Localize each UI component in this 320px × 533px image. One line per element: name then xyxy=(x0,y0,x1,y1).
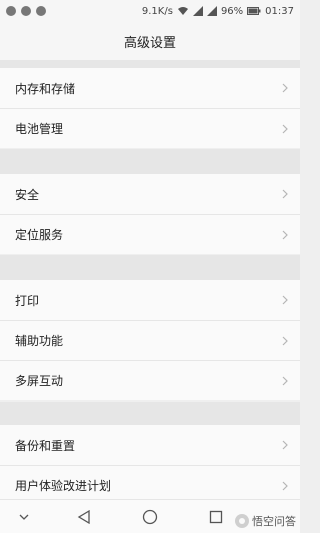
setting-item-backup-reset[interactable]: 备份和重置 xyxy=(0,425,300,465)
chevron-right-icon xyxy=(282,230,288,239)
setting-item-label: 备份和重置 xyxy=(15,438,76,453)
setting-item-label: 内存和存储 xyxy=(15,81,76,96)
home-icon[interactable] xyxy=(142,509,158,525)
wifi-icon xyxy=(177,7,188,15)
network-speed: 9.1K/s xyxy=(141,5,173,17)
battery-percent: 96% xyxy=(220,5,244,17)
battery-icon xyxy=(247,7,261,15)
recent-apps-icon[interactable] xyxy=(209,510,223,523)
back-icon[interactable] xyxy=(77,509,91,524)
watermark: 悟空问答 xyxy=(235,513,296,529)
chevron-down-icon[interactable] xyxy=(19,514,29,520)
notification-icon xyxy=(6,6,16,16)
setting-item-security[interactable]: 安全 xyxy=(0,174,300,214)
clock: 01:37 xyxy=(265,5,294,17)
setting-item-battery-management[interactable]: 电池管理 xyxy=(0,108,300,148)
chevron-right-icon xyxy=(282,440,288,450)
setting-item-memory-storage[interactable]: 内存和存储 xyxy=(0,68,300,108)
chevron-right-icon xyxy=(282,336,288,345)
signal-icon xyxy=(206,6,217,16)
settings-group: 备份和重置 用户体验改进计划 xyxy=(0,425,300,505)
page-title: 高级设置 xyxy=(123,35,176,51)
chevron-right-icon xyxy=(282,83,288,93)
chevron-right-icon xyxy=(282,189,288,199)
chevron-right-icon xyxy=(282,481,288,490)
settings-group: 内存和存储 电池管理 xyxy=(0,68,300,148)
setting-item-accessibility[interactable]: 辅助功能 xyxy=(0,320,300,360)
section-divider xyxy=(0,149,300,174)
navigation-bar: 悟空问答 xyxy=(0,499,300,533)
notification-icon xyxy=(36,6,46,16)
chevron-right-icon xyxy=(282,124,288,133)
setting-item-multi-screen[interactable]: 多屏互动 xyxy=(0,360,300,400)
notification-icon xyxy=(21,6,31,16)
title-bar: 高级设置 xyxy=(0,22,300,60)
section-divider xyxy=(0,255,300,280)
settings-group: 安全 定位服务 xyxy=(0,174,300,254)
settings-group: 打印 辅助功能 多屏互动 xyxy=(0,280,300,400)
section-divider xyxy=(0,60,300,68)
setting-item-label: 电池管理 xyxy=(15,122,64,136)
setting-item-label: 定位服务 xyxy=(15,228,64,242)
notification-icons xyxy=(6,6,46,16)
setting-item-label: 打印 xyxy=(15,293,40,308)
watermark-text: 悟空问答 xyxy=(252,515,296,528)
chevron-right-icon xyxy=(282,376,288,385)
status-bar: 9.1K/s 96% 01:37 xyxy=(0,0,300,22)
setting-item-label: 用户体验改进计划 xyxy=(15,479,112,493)
setting-item-print[interactable]: 打印 xyxy=(0,280,300,320)
watermark-logo-icon xyxy=(235,514,249,528)
setting-item-label: 辅助功能 xyxy=(15,334,64,348)
section-divider xyxy=(0,402,300,425)
signal-icon xyxy=(192,6,203,16)
setting-item-label: 多屏互动 xyxy=(15,374,64,388)
setting-item-location-service[interactable]: 定位服务 xyxy=(0,214,300,254)
setting-item-label: 安全 xyxy=(15,187,40,202)
chevron-right-icon xyxy=(282,295,288,305)
